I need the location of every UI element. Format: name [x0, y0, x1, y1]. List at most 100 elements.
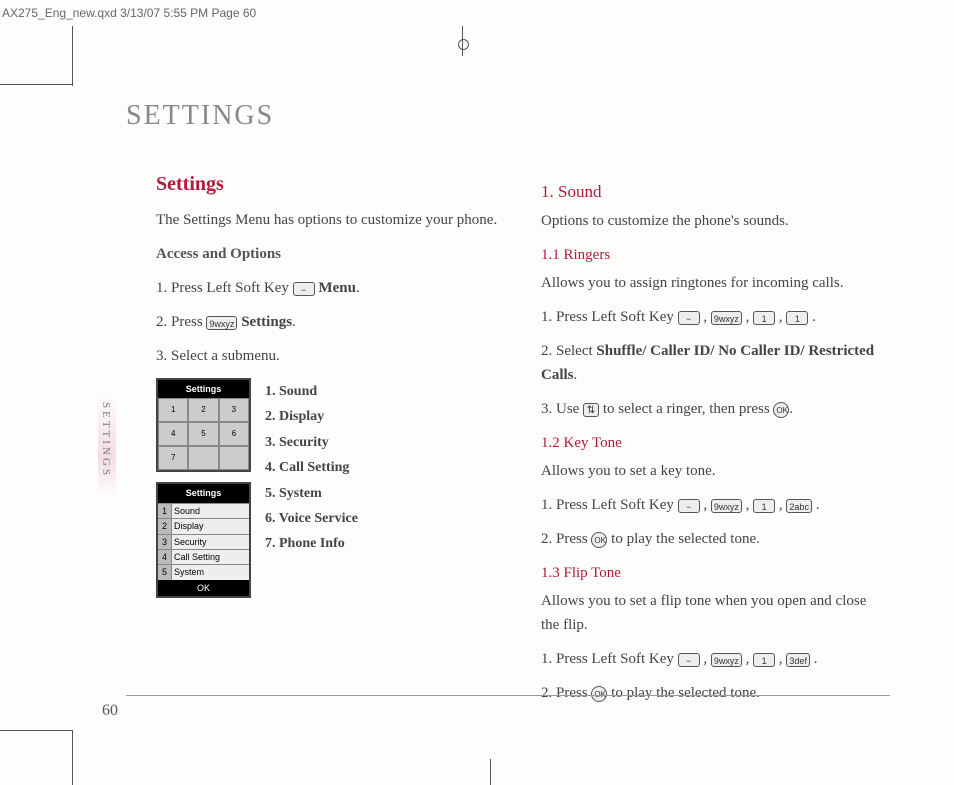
- submenu-item: 5. System: [265, 483, 501, 505]
- page-number: 60: [102, 702, 118, 720]
- crop-mark: [0, 730, 72, 731]
- softkey-icon: −: [678, 311, 700, 325]
- footer-rule: [126, 695, 890, 696]
- right-column: 1. Sound Options to customize the phone'…: [541, 168, 886, 715]
- text: 1. Press Left Soft Key: [541, 651, 678, 667]
- text: ,: [700, 309, 711, 325]
- ok-key-icon: OK: [591, 686, 607, 702]
- keytone-step-1: 1. Press Left Soft Key − , 9wxyz , 1 , 2…: [541, 493, 886, 517]
- key-9-icon: 9wxyz: [206, 316, 237, 330]
- list-row: 1Sound: [158, 503, 249, 518]
- heading-sound: 1. Sound: [541, 178, 886, 205]
- text: 1. Press Left Soft Key: [541, 497, 678, 513]
- nav-updown-icon: ⇅: [583, 403, 599, 417]
- text: ,: [775, 497, 786, 513]
- crop-mark: [490, 759, 491, 785]
- text: 1. Press Left Soft Key: [541, 309, 678, 325]
- softkey-icon: −: [293, 282, 315, 296]
- access-step-3: 3. Select a submenu.: [156, 344, 501, 368]
- text: 2. Press: [156, 314, 206, 330]
- crop-mark: [72, 730, 73, 785]
- settings-label: Settings: [241, 314, 292, 330]
- list-row: 4Call Setting: [158, 549, 249, 564]
- left-column: Settings The Settings Menu has options t…: [156, 168, 501, 715]
- text: ,: [742, 309, 753, 325]
- row-index: 1: [158, 504, 172, 518]
- phone-screen-grid: Settings 1 2 3 4 5 6 7: [156, 378, 251, 472]
- submenu-row: Settings 1 2 3 4 5 6 7 Settings: [156, 378, 501, 598]
- text: to play the selected tone.: [611, 685, 760, 701]
- key-9-icon: 9wxyz: [711, 311, 742, 325]
- print-header-meta: AX275_Eng_new.qxd 3/13/07 5:55 PM Page 6…: [2, 6, 256, 20]
- key-9-icon: 9wxyz: [711, 499, 742, 513]
- submenu-item: 4. Call Setting: [265, 457, 501, 479]
- text: ,: [775, 651, 786, 667]
- row-index: 4: [158, 550, 172, 564]
- key-1-icon: 1: [753, 653, 775, 667]
- softkey-icon: −: [678, 653, 700, 667]
- text: 2. Press: [541, 531, 591, 547]
- screen-softkey: OK: [158, 580, 249, 596]
- row-index: 3: [158, 535, 172, 549]
- keytone-intro: Allows you to set a key tone.: [541, 459, 886, 483]
- heading-fliptone: 1.3 Flip Tone: [541, 561, 886, 585]
- text: .: [789, 401, 793, 417]
- softkey-icon: −: [678, 499, 700, 513]
- access-step-2: 2. Press 9wxyz Settings.: [156, 310, 501, 334]
- list-row: 2Display: [158, 518, 249, 533]
- key-1-icon: 1: [753, 311, 775, 325]
- list-row: 3Security: [158, 534, 249, 549]
- fliptone-step-2: 2. Press OK to play the selected tone.: [541, 681, 886, 705]
- crop-mark: [0, 84, 72, 85]
- crop-mark-top: [448, 26, 478, 56]
- text: to select a ringer, then press: [603, 401, 774, 417]
- text: 3. Use: [541, 401, 583, 417]
- settings-intro: The Settings Menu has options to customi…: [156, 208, 501, 232]
- row-index: 5: [158, 565, 172, 579]
- grid-cell: 5: [188, 422, 218, 446]
- submenu-item: 6. Voice Service: [265, 508, 501, 530]
- key-3-icon: 3def: [786, 653, 810, 667]
- heading-ringers: 1.1 Ringers: [541, 243, 886, 267]
- grid-cell: 4: [158, 422, 188, 446]
- submenu-item: 1. Sound: [265, 381, 501, 403]
- keytone-step-2: 2. Press OK to play the selected tone.: [541, 527, 886, 551]
- ringers-intro: Allows you to assign ringtones for incom…: [541, 271, 886, 295]
- grid-cell: [219, 446, 249, 470]
- row-text: Sound: [172, 504, 249, 518]
- text: .: [292, 314, 296, 330]
- grid-cell: 6: [219, 422, 249, 446]
- ringers-step-2: 2. Select Shuffle/ Caller ID/ No Caller …: [541, 339, 886, 387]
- row-text: System: [172, 565, 249, 579]
- sound-intro: Options to customize the phone's sounds.: [541, 209, 886, 233]
- ok-key-icon: OK: [591, 532, 607, 548]
- text: ,: [775, 309, 786, 325]
- key-2-icon: 2abc: [786, 499, 812, 513]
- list-row: 5System: [158, 564, 249, 579]
- row-text: Call Setting: [172, 550, 249, 564]
- text: .: [808, 309, 816, 325]
- section-heading-settings: Settings: [156, 168, 501, 200]
- grid-cell: 2: [188, 398, 218, 422]
- text: ,: [700, 497, 711, 513]
- menu-label: Menu: [318, 280, 356, 296]
- text: 2. Select: [541, 343, 596, 359]
- submenu-list: 1. Sound 2. Display 3. Security 4. Call …: [265, 378, 501, 598]
- text: .: [812, 497, 820, 513]
- access-step-1: 1. Press Left Soft Key − Menu.: [156, 276, 501, 300]
- grid-cell: 3: [219, 398, 249, 422]
- fliptone-step-1: 1. Press Left Soft Key − , 9wxyz , 1 , 3…: [541, 647, 886, 671]
- phone-screen-list: Settings 1Sound 2Display 3Security 4Call…: [156, 482, 251, 598]
- key-1-icon: 1: [786, 311, 808, 325]
- heading-keytone: 1.2 Key Tone: [541, 431, 886, 455]
- grid-cell: 1: [158, 398, 188, 422]
- text: 1. Press Left Soft Key: [156, 280, 293, 296]
- phone-screenshots: Settings 1 2 3 4 5 6 7 Settings: [156, 378, 251, 598]
- text: ,: [700, 651, 711, 667]
- screen-title: Settings: [158, 484, 249, 502]
- key-1-icon: 1: [753, 499, 775, 513]
- key-9-icon: 9wxyz: [711, 653, 742, 667]
- submenu-item: 2. Display: [265, 406, 501, 428]
- text: ,: [742, 497, 753, 513]
- content-columns: Settings The Settings Menu has options t…: [156, 168, 894, 715]
